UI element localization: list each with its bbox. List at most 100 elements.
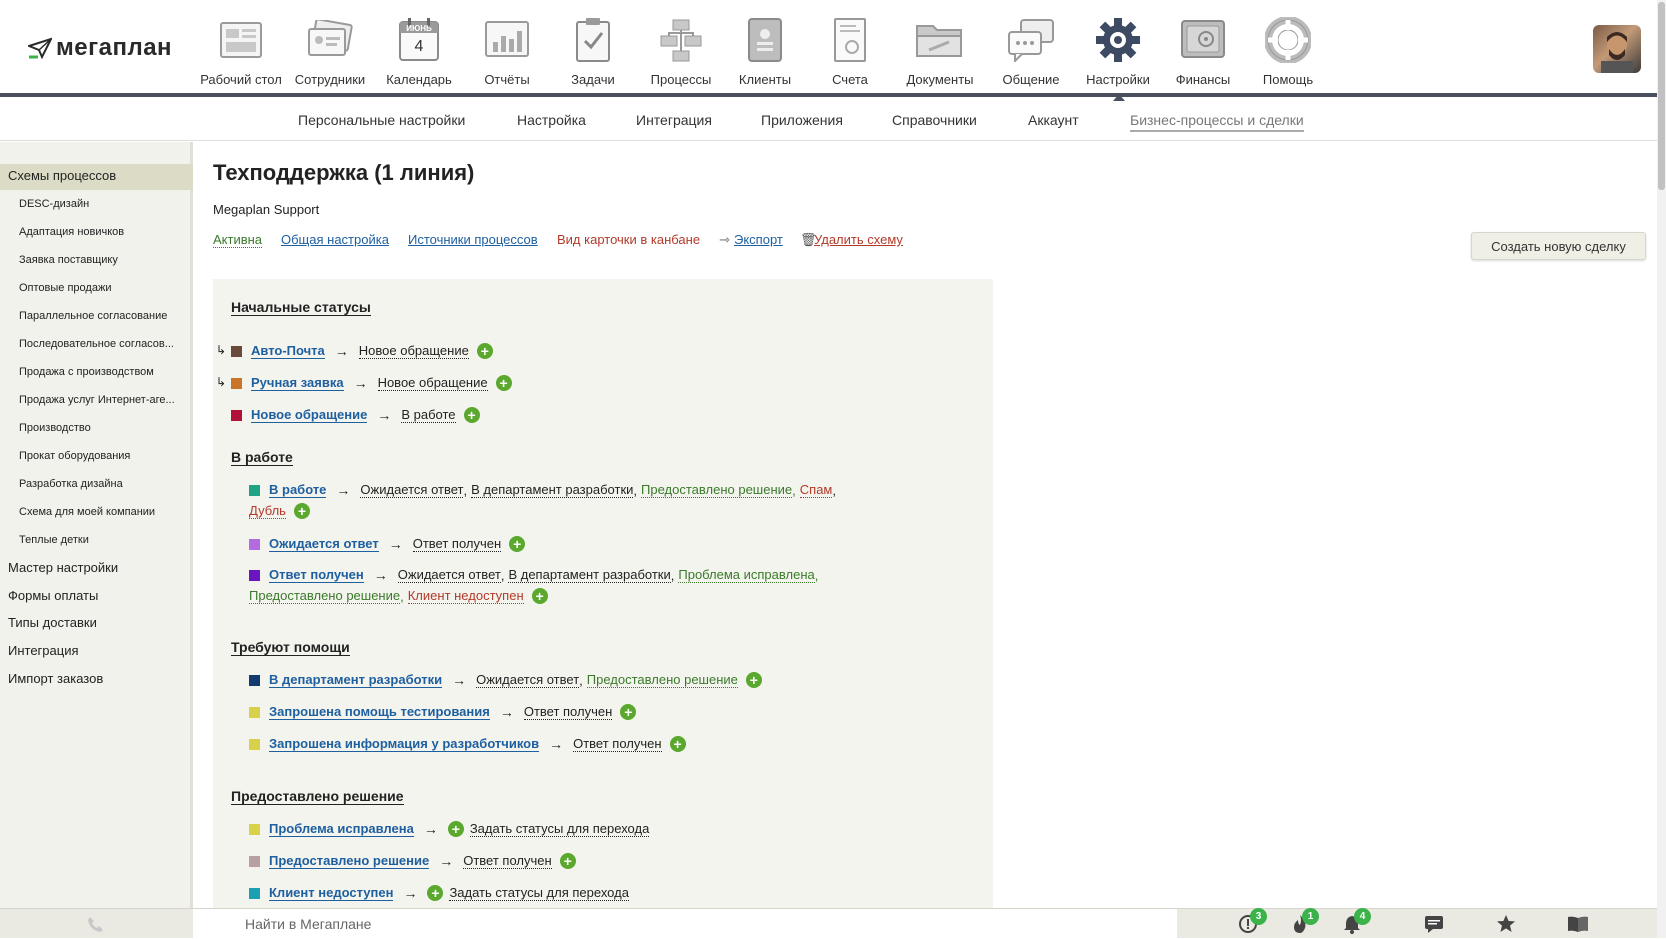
sidebar-item-integration[interactable]: Интеграция	[8, 643, 79, 658]
sidebar-scheme-item[interactable]: Прокат оборудования	[19, 450, 130, 462]
knowledge-book-icon[interactable]	[1567, 914, 1589, 934]
transition[interactable]: Ожидается ответ	[397, 567, 501, 583]
add-transition-icon[interactable]: +	[476, 343, 493, 359]
module-documents[interactable]: Документы	[893, 14, 987, 87]
sidebar-scheme-item[interactable]: Производство	[19, 422, 91, 434]
status-name[interactable]: В департамент разработки	[269, 672, 443, 688]
transition[interactable]: Клиент недоступен	[407, 588, 524, 604]
add-transition-icon[interactable]: +	[620, 704, 637, 720]
subnav-references[interactable]: Справочники	[892, 112, 977, 128]
add-transition-icon[interactable]: +	[427, 885, 444, 901]
megaplan-logo[interactable]: мегаплан	[28, 34, 172, 62]
set-transitions-link[interactable]: Задать статусы для перехода	[469, 821, 650, 837]
phone-icon[interactable]	[84, 914, 106, 934]
create-deal-button[interactable]: Создать новую сделку	[1471, 232, 1646, 260]
status-name[interactable]: Ответ получен	[269, 567, 364, 583]
status-active-link[interactable]: Активна	[213, 232, 263, 248]
sidebar-scheme-item[interactable]: Параллельное согласование	[19, 310, 167, 322]
global-search-input[interactable]: Найти в Мегаплане	[193, 909, 1177, 939]
sidebar-scheme-item[interactable]: Продажа услуг Интернет-аге...	[19, 394, 175, 406]
status-name[interactable]: Запрошена помощь тестирования	[269, 704, 490, 720]
notifications-bell-icon[interactable]: 4	[1341, 908, 1371, 934]
module-help[interactable]: Помощь	[1241, 14, 1335, 87]
module-finance[interactable]: Финансы	[1156, 14, 1250, 87]
add-transition-icon[interactable]: +	[293, 503, 310, 519]
sidebar-item-process-schemes[interactable]: Схемы процессов	[8, 168, 116, 183]
add-transition-icon[interactable]: +	[669, 736, 686, 752]
add-transition-icon[interactable]: +	[559, 853, 576, 869]
kanban-view-link[interactable]: Вид карточки в канбане	[557, 232, 700, 247]
sidebar-scheme-item[interactable]: Заявка поставщику	[19, 254, 118, 266]
sidebar-scheme-item[interactable]: Последовательное согласов...	[19, 338, 174, 350]
module-settings[interactable]: Настройки	[1071, 14, 1165, 101]
transition[interactable]: Предоставлено решение	[641, 482, 793, 498]
transition[interactable]: Ответ получен	[573, 736, 662, 752]
sidebar-scheme-item[interactable]: DESC-дизайн	[19, 198, 89, 210]
transition[interactable]: Ожидается ответ	[360, 482, 464, 498]
alerts-icon[interactable]: 3	[1237, 908, 1267, 934]
add-transition-icon[interactable]: +	[531, 588, 548, 604]
favorites-star-icon[interactable]	[1495, 914, 1517, 934]
sidebar-scheme-item[interactable]: Теплые детки	[19, 534, 89, 546]
subnav-personal[interactable]: Персональные настройки	[298, 112, 465, 128]
subnav-integration[interactable]: Интеграция	[636, 112, 712, 128]
transition[interactable]: Новое обращение	[358, 343, 469, 359]
transition[interactable]: Дубль	[249, 503, 286, 519]
add-transition-icon[interactable]: +	[495, 375, 512, 391]
sidebar-scheme-item[interactable]: Адаптация новичков	[19, 226, 124, 238]
add-transition-icon[interactable]: +	[463, 407, 480, 423]
page-scrollbar[interactable]	[1657, 0, 1666, 938]
transition[interactable]: Новое обращение	[377, 375, 488, 391]
transition[interactable]: В департамент разработки	[471, 482, 634, 498]
transition[interactable]: Ответ получен	[412, 536, 502, 552]
status-name[interactable]: Предоставлено решение	[269, 853, 430, 869]
add-transition-icon[interactable]: +	[745, 672, 762, 688]
status-name[interactable]: Проблема исправлена	[269, 821, 414, 837]
process-sources-link[interactable]: Источники процессов	[408, 232, 538, 247]
module-communication[interactable]: Общение	[984, 14, 1078, 87]
module-desktop[interactable]: Рабочий стол	[194, 14, 288, 87]
sidebar-scheme-item[interactable]: Продажа с производством	[19, 366, 154, 378]
status-name[interactable]: Ручная заявка	[251, 375, 344, 391]
transition[interactable]: Проблема исправлена	[678, 567, 815, 583]
hot-flame-icon[interactable]: 1	[1289, 908, 1319, 934]
transition[interactable]: Предоставлено решение	[586, 672, 738, 688]
transition[interactable]: В департамент разработки	[508, 567, 671, 583]
scrollbar-thumb[interactable]	[1658, 2, 1665, 190]
general-settings-link[interactable]: Общая настройка	[281, 232, 389, 247]
add-transition-icon[interactable]: +	[509, 536, 526, 552]
module-invoices[interactable]: Счета	[803, 14, 897, 87]
subnav-setup[interactable]: Настройка	[517, 112, 586, 128]
transition[interactable]: Предоставлено решение	[249, 588, 401, 604]
transition[interactable]: Спам	[799, 482, 833, 498]
sidebar-scheme-item[interactable]: Разработка дизайна	[19, 478, 123, 490]
add-transition-icon[interactable]: +	[447, 821, 464, 837]
user-avatar[interactable]	[1593, 25, 1641, 73]
module-tasks[interactable]: Задачи	[546, 14, 640, 87]
sidebar-scheme-item[interactable]: Схема для моей компании	[19, 506, 155, 518]
status-name[interactable]: Новое обращение	[251, 407, 368, 423]
status-name[interactable]: В работе	[269, 482, 327, 498]
subnav-account[interactable]: Аккаунт	[1028, 112, 1079, 128]
set-transitions-link[interactable]: Задать статусы для перехода	[449, 885, 629, 901]
status-name[interactable]: Авто-Почта	[251, 343, 325, 359]
subnav-business-processes[interactable]: Бизнес-процессы и сделки	[1130, 112, 1304, 132]
module-employees[interactable]: Сотрудники	[283, 14, 377, 87]
delete-scheme-link[interactable]: Удалить схему	[814, 232, 903, 247]
sidebar-scheme-item[interactable]: Оптовые продажи	[19, 282, 111, 294]
status-name[interactable]: Запрошена информация у разработчиков	[269, 736, 540, 752]
subnav-apps[interactable]: Приложения	[761, 112, 843, 128]
module-reports[interactable]: Отчёты	[460, 14, 554, 87]
transition[interactable]: Ответ получен	[523, 704, 613, 720]
sidebar-item-import-orders[interactable]: Импорт заказов	[8, 671, 103, 686]
module-clients[interactable]: Клиенты	[718, 14, 812, 87]
transition[interactable]: Ожидается ответ	[476, 672, 580, 688]
status-name[interactable]: Ожидается ответ	[269, 536, 379, 552]
sidebar-item-delivery-types[interactable]: Типы доставки	[8, 615, 97, 630]
transition[interactable]: В работе	[401, 407, 456, 423]
sidebar-item-setup-wizard[interactable]: Мастер настройки	[8, 560, 118, 575]
messages-icon[interactable]	[1423, 914, 1445, 934]
export-link[interactable]: Экспорт	[734, 232, 783, 247]
module-calendar[interactable]: ИЮНЬ 4 Календарь	[372, 14, 466, 87]
status-name[interactable]: Клиент недоступен	[269, 885, 394, 901]
